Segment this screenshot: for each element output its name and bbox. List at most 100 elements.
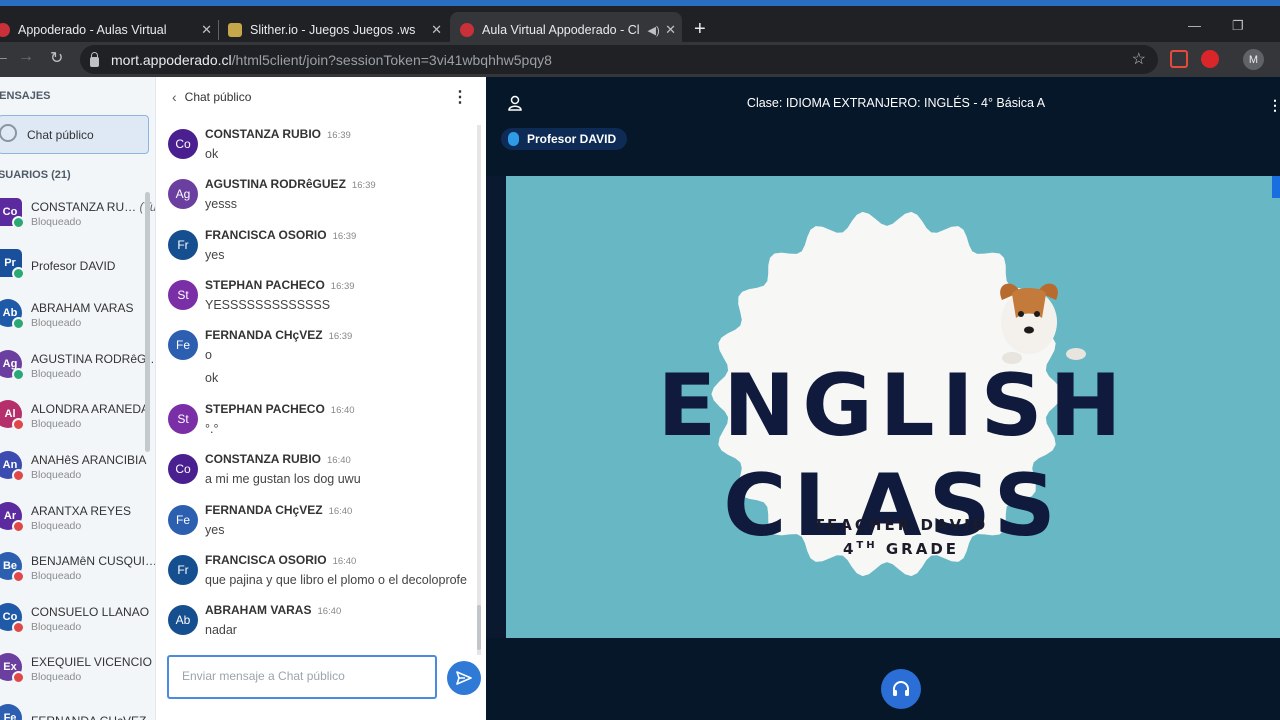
message-avatar: Ag — [168, 179, 198, 210]
user-list-item[interactable]: Ex EXEQUIEL VICENCIO Bloqueado — [0, 647, 155, 693]
new-tab-button[interactable]: + — [694, 18, 706, 41]
close-tab-icon[interactable]: ✕ — [665, 22, 676, 38]
user-list-item[interactable]: Pr Profesor DAVID — [0, 243, 155, 289]
chat-panel: ‹ Chat público ⋮ Co CONSTANZA RUBIO 16:39 o… — [155, 77, 486, 720]
shield-extension-icon[interactable] — [1201, 50, 1219, 68]
user-lock-status: Bloqueado — [31, 317, 82, 330]
user-status-badge — [12, 317, 25, 331]
user-list-item[interactable]: Ar ARANTXA REYES Bloqueado — [0, 496, 155, 542]
address-bar[interactable]: mort.appoderado.cl /html5client/join?ses… — [80, 45, 1158, 74]
users-section-title: USUARIOS (21) — [0, 169, 71, 181]
user-list-item[interactable]: Fe FERNANDA CHçVEZ — [0, 698, 155, 720]
message-avatar: Ab — [168, 605, 198, 636]
slide-handle[interactable] — [1272, 176, 1280, 198]
message-text: YESSSSSSSSSSSSS — [205, 297, 331, 312]
message-avatar: Fr — [168, 229, 198, 260]
user-lock-status: Bloqueado — [31, 519, 82, 532]
user-list-item[interactable]: An ANAHêS ARANCIBIA Bloqueado — [0, 445, 155, 491]
minimize-icon[interactable]: — — [1188, 18, 1201, 33]
audio-button[interactable] — [881, 669, 921, 709]
chat-scrollbar[interactable] — [477, 125, 481, 655]
presentation-area: Clase: IDIOMA EXTRANJERO: INGLÉS - 4° Bá… — [486, 77, 1280, 720]
slide-grade: 4TH GRADE — [842, 540, 960, 558]
appoderado-favicon-icon — [0, 23, 10, 37]
talker-name: Profesor DAVID — [527, 132, 617, 146]
speaker-icon: ◀) — [647, 24, 660, 37]
message-sender: ABRAHAM VARAS 16:40 — [205, 603, 342, 618]
tab-title: Slither.io - Juegos Juegos .ws — [250, 23, 416, 37]
back-chevron-icon[interactable]: ‹ — [172, 89, 177, 105]
message-time: 16:39 — [351, 180, 376, 192]
tab-title: Appoderado - Aulas Virtual — [18, 23, 167, 37]
message-text: a mi me gustan los dog uwu — [205, 472, 361, 487]
reload-icon[interactable]: ↻ — [50, 48, 63, 68]
message-avatar: Fr — [168, 554, 198, 585]
user-name: ABRAHAM VARAS — [31, 301, 134, 316]
message-avatar: St — [168, 404, 198, 434]
restore-icon[interactable]: ❐ — [1232, 18, 1244, 34]
profile-avatar[interactable]: M — [1243, 49, 1264, 70]
user-lock-status: Bloqueado — [31, 418, 82, 431]
message-avatar: Fe — [168, 504, 198, 535]
user-lock-status: Bloqueado — [31, 367, 82, 380]
back-arrow-icon[interactable]: ← — [0, 48, 10, 66]
message-text: o — [205, 348, 212, 363]
slide-teacher: TEACHER DAVID — [813, 516, 989, 534]
message-sender: FERNANDA CHçVEZ 16:39 — [205, 328, 353, 343]
user-list-item[interactable]: CoCONSTANZA RU… (Tu)Bloqueado — [0, 192, 155, 238]
slither-favicon-icon — [228, 23, 242, 37]
pdf-extension-icon[interactable] — [1170, 50, 1188, 68]
star-icon[interactable]: ☆ — [1132, 49, 1146, 69]
message-sender: AGUSTINA RODRêGUEZ 16:39 — [205, 177, 376, 192]
message-text: °.° — [205, 422, 219, 436]
user-lock-status: Bloqueado — [31, 671, 82, 684]
users-scrollbar[interactable] — [145, 192, 150, 452]
public-chat-entry[interactable]: Chat público — [0, 115, 149, 154]
user-list-item[interactable]: Be BENJAMêN CUSQUI… Bloqueado — [0, 546, 155, 592]
chat-options-icon[interactable]: ⋮ — [452, 87, 468, 107]
user-list-item[interactable]: Co CONSUELO LLANAO Bloqueado — [0, 597, 155, 643]
browser-tab-strip: Appoderado - Aulas Virtual ✕ Slither.io … — [0, 0, 1280, 48]
user-lock-status: Bloqueado — [31, 216, 82, 228]
message-sender: FERNANDA CHçVEZ 16:40 — [205, 502, 353, 517]
message-sender: CONSTANZA RUBIO 16:40 — [205, 452, 351, 467]
close-tab-icon[interactable]: ✕ — [201, 22, 212, 38]
appoderado-favicon-icon — [460, 23, 474, 37]
user-name: BENJAMêN CUSQUI… — [31, 554, 155, 569]
user-name: CONSUELO LLANAO — [31, 604, 150, 619]
message-time: 16:40 — [328, 505, 353, 517]
user-name: EXEQUIEL VICENCIO — [31, 655, 152, 670]
lock-icon — [90, 51, 99, 67]
url-path: /html5client/join?sessionToken=3vi41wbqh… — [231, 51, 552, 68]
chat-message-input[interactable]: Enviar mensaje a Chat público — [167, 655, 437, 699]
user-list-item[interactable]: Ag AGUSTINA RODRêG… Bloqueado — [0, 344, 155, 390]
meeting-options-icon[interactable]: ⋮ — [1268, 97, 1280, 114]
close-tab-icon[interactable]: ✕ — [431, 22, 442, 38]
user-status-badge — [12, 570, 25, 584]
message-avatar: Co — [168, 454, 198, 485]
message-text: que pajina y que libro el plomo o el dec… — [205, 572, 467, 587]
messages-section-title: MENSAJES — [0, 90, 51, 102]
user-name: Profesor DAVID — [31, 258, 116, 273]
send-button[interactable] — [447, 661, 481, 695]
message-sender: CONSTANZA RUBIO 16:39 — [205, 127, 351, 141]
send-icon — [456, 671, 472, 685]
user-list-item[interactable]: Al ALONDRA ARANEDA Bloqueado — [0, 394, 155, 440]
message-sender: FRANCISCA OSORIO 16:40 — [205, 552, 357, 567]
chat-header[interactable]: ‹ Chat público — [172, 89, 251, 105]
user-list-item[interactable]: Ab ABRAHAM VARAS Bloqueado — [0, 293, 155, 339]
user-name: ANAHêS ARANCIBIA — [31, 453, 147, 467]
forward-arrow-icon[interactable]: → — [18, 48, 34, 66]
message-sender: FRANCISCA OSORIO 16:39 — [205, 227, 357, 242]
message-avatar: Fe — [168, 330, 198, 361]
message-text: yesss — [205, 197, 237, 212]
headphones-icon — [893, 681, 909, 696]
message-time: 16:40 — [317, 606, 342, 618]
meeting-title: Clase: IDIOMA EXTRANJERO: INGLÉS - 4° Bá… — [746, 96, 1046, 110]
user-status-badge — [12, 367, 25, 381]
user-status-badge — [12, 469, 25, 482]
user-name: ALONDRA ARANEDA — [31, 402, 150, 417]
message-text: yes — [205, 522, 225, 537]
message-sender: STEPHAN PACHECO 16:39 — [205, 277, 355, 292]
user-status-badge — [12, 216, 25, 229]
